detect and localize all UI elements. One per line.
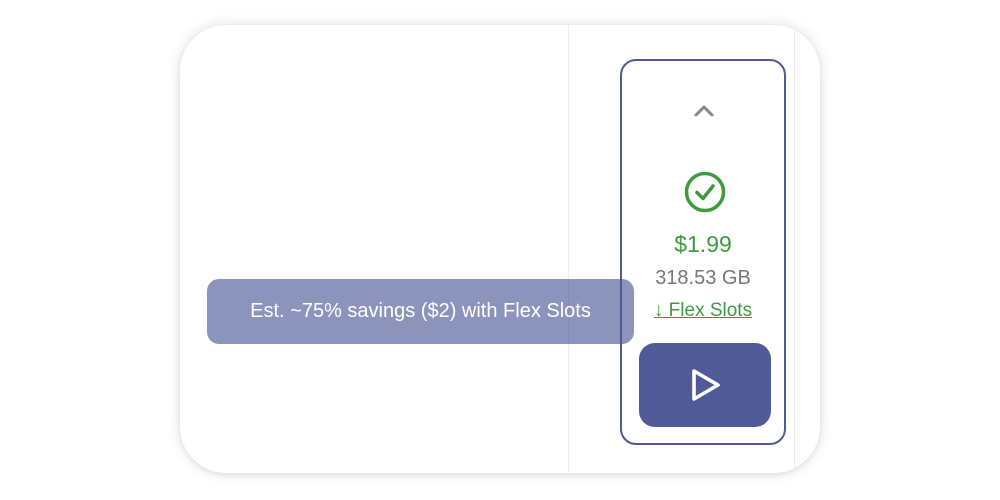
run-button[interactable]: [639, 343, 771, 427]
data-size: 318.53 GB: [655, 267, 751, 289]
play-icon: [692, 369, 720, 401]
cost-estimate-panel: $1.99 318.53 GB ↓ Flex Slots: [620, 59, 786, 445]
check-circle-icon: [683, 170, 727, 214]
flex-slots-link[interactable]: ↓ Flex Slots: [622, 300, 784, 322]
chevron-up-icon[interactable]: [692, 99, 716, 123]
query-card: $1.99 318.53 GB ↓ Flex Slots: [180, 25, 820, 473]
estimated-price: $1.99: [674, 231, 732, 257]
column-divider: [568, 25, 569, 473]
column-divider: [794, 25, 795, 473]
savings-tooltip: Est. ~75% savings ($2) with Flex Slots: [207, 279, 634, 344]
